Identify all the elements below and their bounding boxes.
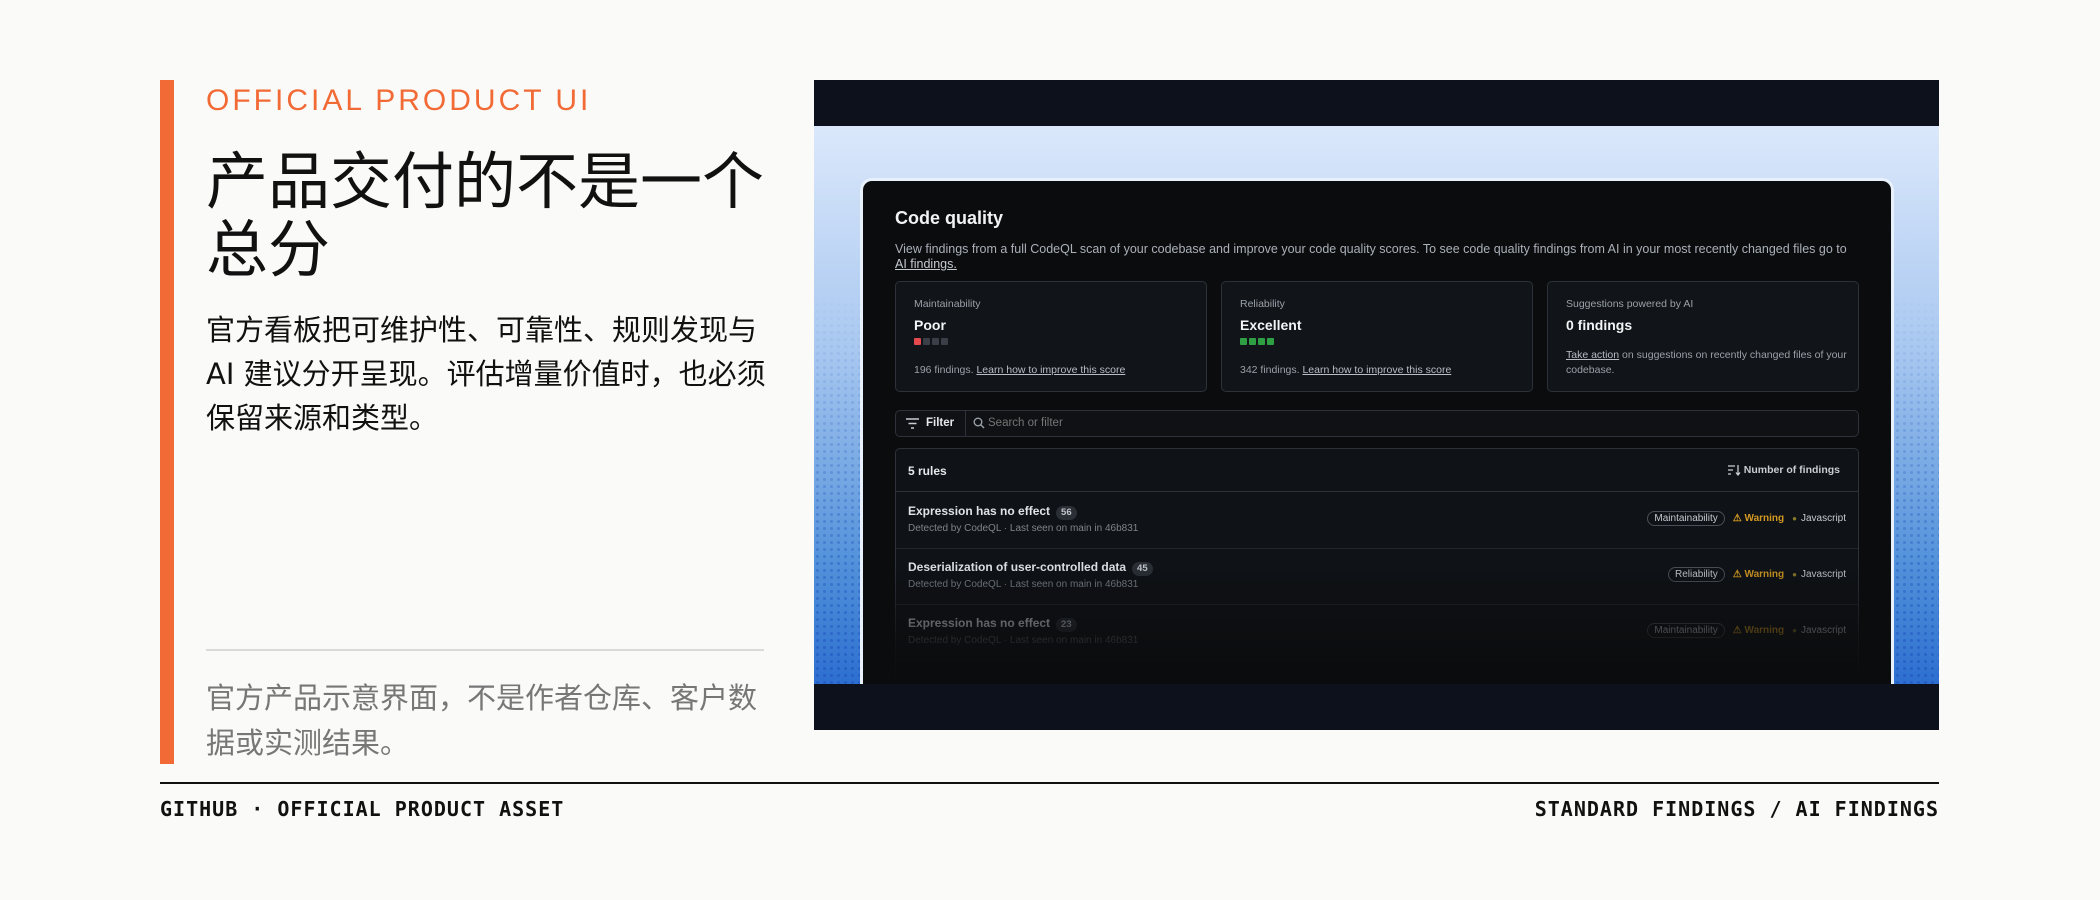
severity-warning: ⚠ Warning bbox=[1732, 625, 1785, 636]
footer-topic: STANDARD FINDINGS / AI FINDINGS bbox=[1534, 797, 1939, 821]
language-label: Javascript bbox=[1792, 513, 1846, 524]
rule-meta: Detected by CodeQL · Last seen on main i… bbox=[908, 523, 1139, 534]
score-meter bbox=[1240, 338, 1274, 345]
ai-suggestions-card: Suggestions powered by AI 0 findings Tak… bbox=[1547, 281, 1859, 392]
rule-name: Expression has no effect 23 bbox=[908, 616, 1077, 632]
footer-source: GITHUB · OFFICIAL PRODUCT ASSET bbox=[160, 797, 565, 821]
search-icon bbox=[973, 417, 985, 429]
finding-count: 45 bbox=[1132, 562, 1153, 576]
severity-label: Warning bbox=[1744, 569, 1785, 580]
slide-lede: 官方看板把可维护性、可靠性、规则发现与 AI 建议分开呈现。评估增量价值时，也必… bbox=[206, 313, 766, 435]
language-label: Javascript bbox=[1792, 625, 1846, 636]
findings-count: 342 findings. bbox=[1240, 364, 1300, 376]
search-input[interactable] bbox=[988, 417, 1788, 429]
rule-name: Deserialization of user-controlled data 4… bbox=[908, 560, 1153, 576]
filter-bar: Filter bbox=[895, 410, 1859, 437]
eyebrow-label: OFFICIAL PRODUCT UI bbox=[206, 84, 592, 117]
rule-title: Deserialization of user-controlled data bbox=[908, 560, 1127, 574]
card-footer: 342 findings. Learn how to improve this … bbox=[1240, 363, 1525, 378]
rules-table: 5 rules Number of findings Expression ha… bbox=[895, 448, 1859, 684]
take-action-link[interactable]: Take action bbox=[1566, 349, 1619, 361]
divider bbox=[206, 649, 764, 651]
rule-tags: Maintainability ⚠ Warning Javascript bbox=[1647, 623, 1846, 638]
finding-count: 23 bbox=[1056, 618, 1077, 632]
code-quality-window: Code quality View findings from a full C… bbox=[860, 178, 1894, 684]
slide-caption: 官方产品示意界面，不是作者仓库、客户数据或实测结果。 bbox=[206, 681, 758, 760]
card-value: Excellent bbox=[1240, 317, 1302, 333]
severity-warning: ⚠ Warning bbox=[1732, 513, 1785, 524]
card-footer: 196 findings. Learn how to improve this … bbox=[914, 363, 1199, 378]
card-value: Poor bbox=[914, 317, 946, 333]
table-row[interactable]: Deserialization of user-controlled data 4… bbox=[896, 549, 1858, 605]
findings-count: 196 findings. bbox=[914, 364, 974, 376]
language-label: Javascript bbox=[1792, 569, 1846, 580]
rule-title: Expression has no effect bbox=[908, 504, 1051, 518]
table-header: 5 rules Number of findings bbox=[896, 449, 1858, 492]
sort-icon bbox=[1727, 465, 1741, 476]
sort-label: Number of findings bbox=[1743, 464, 1840, 476]
card-footer: Take action on suggestions on recently c… bbox=[1566, 348, 1851, 378]
table-row[interactable]: Expression has no effect 23 Detected by C… bbox=[896, 605, 1858, 661]
filter-button[interactable]: Filter bbox=[896, 411, 966, 436]
slide-title: 产品交付的不是一个总分 bbox=[206, 145, 765, 286]
improve-score-link[interactable]: Learn how to improve this score bbox=[1302, 364, 1451, 376]
table-row[interactable]: Expression has no effect 56 Detected by C… bbox=[896, 493, 1858, 549]
severity-label: Warning bbox=[1744, 513, 1785, 524]
filter-label: Filter bbox=[926, 417, 955, 429]
category-badge: Maintainability bbox=[1647, 623, 1725, 638]
footer-rule bbox=[160, 782, 1939, 784]
ai-findings-link[interactable]: AI findings. bbox=[895, 257, 957, 271]
maintainability-card: Maintainability Poor 196 findings. Learn… bbox=[895, 281, 1207, 392]
product-screenshot: Code quality View findings from a full C… bbox=[814, 80, 1939, 730]
code-quality-description: View findings from a full CodeQL scan of… bbox=[895, 242, 1855, 272]
category-badge: Reliability bbox=[1667, 567, 1725, 582]
category-badge: Maintainability bbox=[1647, 511, 1725, 526]
rules-count: 5 rules bbox=[908, 464, 947, 478]
rule-meta: Detected by CodeQL · Last seen on main i… bbox=[908, 579, 1139, 590]
dot-pattern-left bbox=[814, 126, 866, 684]
filter-icon bbox=[906, 418, 919, 429]
card-value: 0 findings bbox=[1566, 317, 1633, 333]
code-quality-title: Code quality bbox=[895, 208, 1004, 228]
reliability-card: Reliability Excellent 342 findings. Lear… bbox=[1221, 281, 1533, 392]
card-label: Maintainability bbox=[914, 298, 981, 310]
rule-tags: Maintainability ⚠ Warning Javascript bbox=[1647, 511, 1846, 526]
rule-title: Expression has no effect bbox=[908, 616, 1051, 630]
improve-score-link[interactable]: Learn how to improve this score bbox=[976, 364, 1125, 376]
card-label: Reliability bbox=[1240, 298, 1285, 310]
accent-bar bbox=[160, 80, 174, 764]
score-meter bbox=[914, 338, 948, 345]
rule-meta: Detected by CodeQL · Last seen on main i… bbox=[908, 635, 1139, 646]
severity-label: Warning bbox=[1744, 625, 1785, 636]
sort-button[interactable]: Number of findings bbox=[1727, 464, 1840, 476]
card-label: Suggestions powered by AI bbox=[1566, 298, 1694, 310]
dot-pattern-right bbox=[1887, 126, 1939, 684]
severity-warning: ⚠ Warning bbox=[1732, 569, 1785, 580]
finding-count: 56 bbox=[1056, 506, 1077, 520]
rule-name: Expression has no effect 56 bbox=[908, 504, 1077, 520]
description-text: View findings from a full CodeQL scan of… bbox=[895, 242, 1847, 256]
rule-tags: Reliability ⚠ Warning Javascript bbox=[1667, 567, 1846, 582]
